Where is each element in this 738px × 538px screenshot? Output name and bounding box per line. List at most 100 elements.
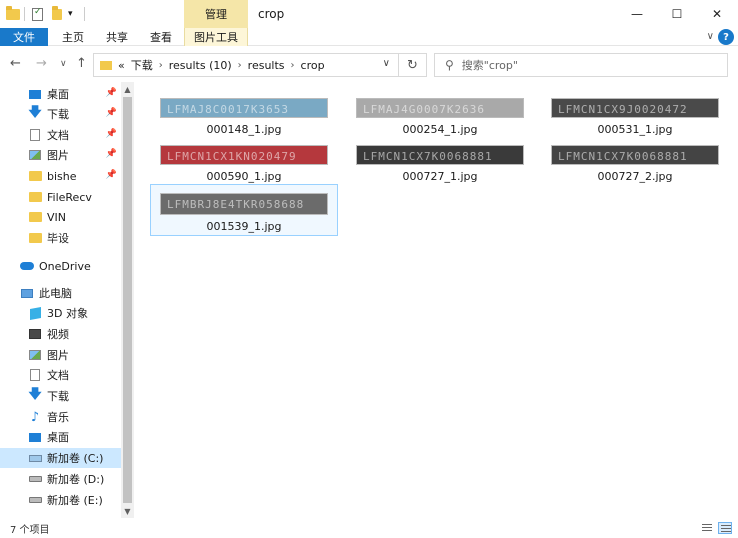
file-tile[interactable]: LFMCN1CX9J0020472 000531_1.jpg [541,90,729,136]
large-icons-view-icon[interactable] [718,522,732,534]
address-bar[interactable]: « 下载 › results (10) › results › crop ∨ [93,53,399,77]
document-icon [28,368,42,382]
drive-icon [28,493,42,507]
sidebar-item-label: 下载 [47,390,69,403]
tab-file[interactable]: 文件 [0,28,48,46]
desktop-icon [28,87,42,101]
breadcrumb-crop[interactable]: crop [301,59,325,72]
sidebar-item-bishe[interactable]: bishe 📌 [0,166,121,186]
new-folder-icon[interactable] [52,5,62,22]
title-bar: ▾ 管理 crop — ☐ ✕ [0,0,738,28]
image-thumbnail: LFMAJ4G0007K2636 [356,98,524,118]
file-tile[interactable]: LFMCN1CX1KN020479 000590_1.jpg [150,137,338,183]
sidebar-item-downloads[interactable]: 🡇 下载 [0,386,121,406]
breadcrumb-downloads[interactable]: 下载 [131,57,153,73]
sidebar-item-3d-objects[interactable]: 3D 对象 [0,303,121,323]
thumbnail-text: LFMBRJ8E4TKR058688 [167,198,305,211]
sidebar-item-drive-d[interactable]: 新加卷 (D:) [0,469,121,489]
sidebar-item-onedrive[interactable]: OneDrive [0,256,121,276]
chevron-right-icon[interactable]: › [238,60,242,71]
sidebar-item-pictures-pinned[interactable]: 图片 📌 [0,145,121,165]
file-tile[interactable]: LFMAJ4G0007K2636 000254_1.jpg [346,90,534,136]
pin-icon: 📌 [105,88,117,98]
sidebar-item-documents-pinned[interactable]: 文档 📌 [0,125,121,145]
sidebar-item-label: 3D 对象 [47,307,88,320]
back-arrow-icon[interactable]: ← [10,56,21,71]
breadcrumb-results-10[interactable]: results (10) [169,59,232,72]
navigation-bar: ← → ∨ ↑ « 下载 › results (10) › results › … [0,50,738,80]
sidebar-item-desktop-pinned[interactable]: 桌面 📌 [0,84,121,104]
pin-icon: 📌 [105,149,117,159]
sidebar-item-drive-c[interactable]: 新加卷 (C:) [0,448,121,468]
sidebar-item-pictures[interactable]: 图片 [0,345,121,365]
file-name: 000590_1.jpg [206,170,282,183]
sidebar-item-bishe-cn[interactable]: 毕设 [0,228,121,248]
sidebar-item-documents[interactable]: 文档 [0,365,121,385]
window-title: crop [258,7,285,21]
folder-icon [28,169,42,183]
refresh-icon[interactable]: ↻ [399,53,427,77]
file-name: 000531_1.jpg [597,123,673,136]
picture-icon [28,348,42,362]
file-tile[interactable]: LFMBRJ8E4TKR058688 001539_1.jpg [150,184,338,236]
sidebar-item-desktop[interactable]: 桌面 [0,427,121,447]
search-placeholder: 搜索"crop" [461,59,518,72]
search-input[interactable]: ⚲ 搜索"crop" [434,53,728,77]
scroll-up-arrow-icon[interactable]: ▲ [121,82,134,96]
customize-quick-access-chevron-down-icon[interactable]: ▾ [68,6,73,22]
divider [84,7,85,21]
sidebar-item-label: 图片 [47,149,69,162]
folder-icon [28,190,42,204]
close-button[interactable]: ✕ [694,0,738,28]
file-tile[interactable]: LFMAJ8C0017K3653 000148_1.jpg [150,90,338,136]
sidebar-item-label: 文档 [47,369,69,382]
tab-picture-tools[interactable]: 图片工具 [184,28,248,46]
sidebar-item-label: VIN [47,210,66,224]
file-name: 000727_2.jpg [597,170,673,183]
chevron-right-icon[interactable]: › [159,60,163,71]
tab-share[interactable]: 共享 [102,28,132,46]
sidebar-item-label: FileRecv [47,190,92,204]
scroll-down-arrow-icon[interactable]: ▼ [121,504,134,518]
address-dropdown-chevron-icon[interactable]: ∨ [383,58,390,69]
manage-contextual-tab[interactable]: 管理 [184,0,248,28]
forward-arrow-icon[interactable]: → [36,56,47,71]
sidebar-item-label: 文档 [47,129,69,142]
chevron-right-icon[interactable]: › [291,60,295,71]
sidebar-item-music[interactable]: ♪ 音乐 [0,407,121,427]
image-thumbnail: LFMCN1CX9J0020472 [551,98,719,118]
folder-icon [28,231,42,245]
properties-icon[interactable] [32,6,43,22]
file-tile[interactable]: LFMCN1CX7K0068881 000727_1.jpg [346,137,534,183]
breadcrumb-overflow[interactable]: « [118,59,125,72]
folder-icon [6,5,20,22]
tab-home[interactable]: 主页 [58,28,88,46]
sidebar-item-vin[interactable]: VIN [0,207,121,227]
up-arrow-icon[interactable]: ↑ [76,56,87,71]
file-list: LFMAJ8C0017K3653 000148_1.jpg LFMAJ4G000… [134,82,738,518]
sidebar-item-drive-e[interactable]: 新加卷 (E:) [0,490,121,510]
scroll-thumb[interactable] [123,97,132,503]
divider [24,7,25,21]
collapse-ribbon-chevron-icon[interactable]: ∨ [707,31,714,42]
navigation-pane-scrollbar[interactable]: ▲ ▼ [121,82,134,518]
file-tile[interactable]: LFMCN1CX7K0068881 000727_2.jpg [541,137,729,183]
details-view-icon[interactable] [700,522,714,534]
help-icon[interactable]: ? [718,29,734,45]
sidebar-item-label: 桌面 [47,88,69,101]
download-icon: 🡇 [28,105,42,120]
sidebar-item-filerecv[interactable]: FileRecv [0,187,121,207]
thumbnail-text: LFMCN1CX7K0068881 [363,150,493,163]
item-count: 7 个项目 [10,524,50,536]
sidebar-item-label: 新加卷 (E:) [47,494,103,507]
sidebar-item-label: 新加卷 (C:) [47,452,104,465]
image-thumbnail: LFMAJ8C0017K3653 [160,98,328,118]
breadcrumb-results[interactable]: results [248,59,285,72]
sidebar-item-downloads-pinned[interactable]: 🡇 下载 📌 [0,104,121,124]
image-thumbnail: LFMCN1CX7K0068881 [551,145,719,165]
pin-icon: 📌 [105,129,117,139]
sidebar-item-this-pc[interactable]: 此电脑 [0,283,121,303]
sidebar-item-videos[interactable]: 视频 [0,324,121,344]
tab-view[interactable]: 查看 [146,28,176,46]
recent-locations-chevron-icon[interactable]: ∨ [60,59,67,69]
